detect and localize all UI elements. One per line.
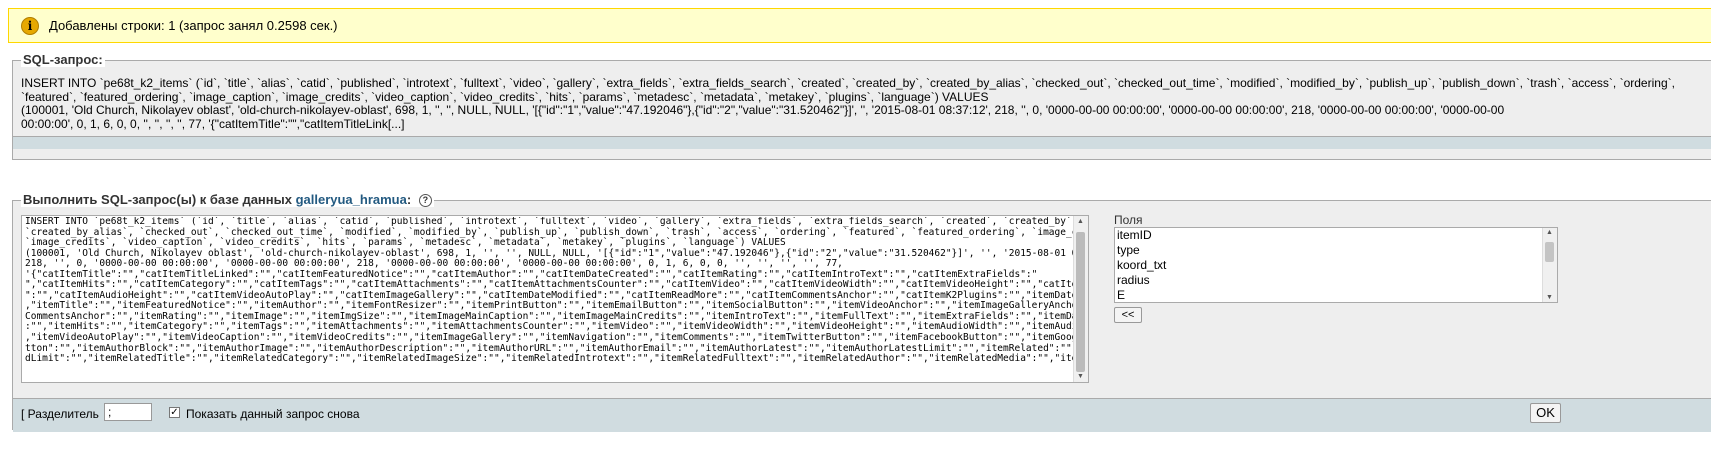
sql-query-textarea-content[interactable]: INSERT INTO `pe68t_k2_items` (`id`, `tit… xyxy=(25,217,1073,382)
info-icon: i xyxy=(21,16,39,35)
fields-scrollbar[interactable]: ▲ ▼ xyxy=(1542,228,1557,302)
delimiter-input[interactable]: ; xyxy=(104,403,152,421)
database-link[interactable]: galleryua_hramua xyxy=(296,192,407,207)
scroll-up-icon[interactable]: ▲ xyxy=(1546,229,1553,236)
fields-scroll-thumb[interactable] xyxy=(1545,242,1554,262)
textarea-scroll-thumb[interactable] xyxy=(1076,232,1085,372)
field-option[interactable]: koord_txt xyxy=(1115,258,1557,273)
textarea-scrollbar[interactable]: ▲ ▼ xyxy=(1073,216,1088,382)
legend-colon: : xyxy=(406,192,412,207)
delimiter-label: [ Разделитель xyxy=(21,407,99,421)
show-query-label[interactable]: Показать данный запрос снова xyxy=(186,407,360,421)
insert-field-button[interactable]: << xyxy=(1114,307,1142,323)
sql-query-footer xyxy=(13,136,1711,149)
help-icon[interactable]: ? xyxy=(418,194,432,208)
scroll-up-icon[interactable]: ▲ xyxy=(1077,218,1084,225)
field-option[interactable]: E xyxy=(1115,288,1557,302)
run-query-legend: Выполнить SQL-запрос(ы) к базе данных ga… xyxy=(21,192,434,208)
notice-message: Добавлены строки: 1 (запрос занял 0.2598… xyxy=(49,18,338,33)
run-query-legend-text: Выполнить SQL-запрос(ы) к базе данных xyxy=(23,192,296,207)
scroll-down-icon[interactable]: ▼ xyxy=(1546,294,1553,301)
sql-query-fieldset: SQL-запрос: INSERT INTO `pe68t_k2_items`… xyxy=(12,52,1711,160)
success-notice: i Добавлены строки: 1 (запрос занял 0.25… xyxy=(8,8,1711,43)
field-option[interactable]: radius xyxy=(1115,273,1557,288)
query-options-bar: [ Разделитель ; ✓ Показать данный запрос… xyxy=(13,398,1711,432)
sql-query-text: INSERT INTO `pe68t_k2_items` (`id`, `tit… xyxy=(21,76,1675,131)
ok-button[interactable]: OK xyxy=(1530,403,1561,423)
show-query-checkbox[interactable]: ✓ xyxy=(169,407,180,418)
fields-select[interactable]: itemID type koord_txt radius E ▲ ▼ xyxy=(1114,227,1558,303)
scroll-down-icon[interactable]: ▼ xyxy=(1077,373,1084,380)
field-option[interactable]: type xyxy=(1115,243,1557,258)
fields-label: Поля xyxy=(1114,213,1143,227)
sql-query-textarea[interactable]: INSERT INTO `pe68t_k2_items` (`id`, `tit… xyxy=(21,215,1089,383)
field-option[interactable]: itemID xyxy=(1115,228,1557,243)
sql-query-legend: SQL-запрос: xyxy=(21,52,105,67)
run-query-fieldset: Выполнить SQL-запрос(ы) к базе данных ga… xyxy=(12,192,1711,432)
